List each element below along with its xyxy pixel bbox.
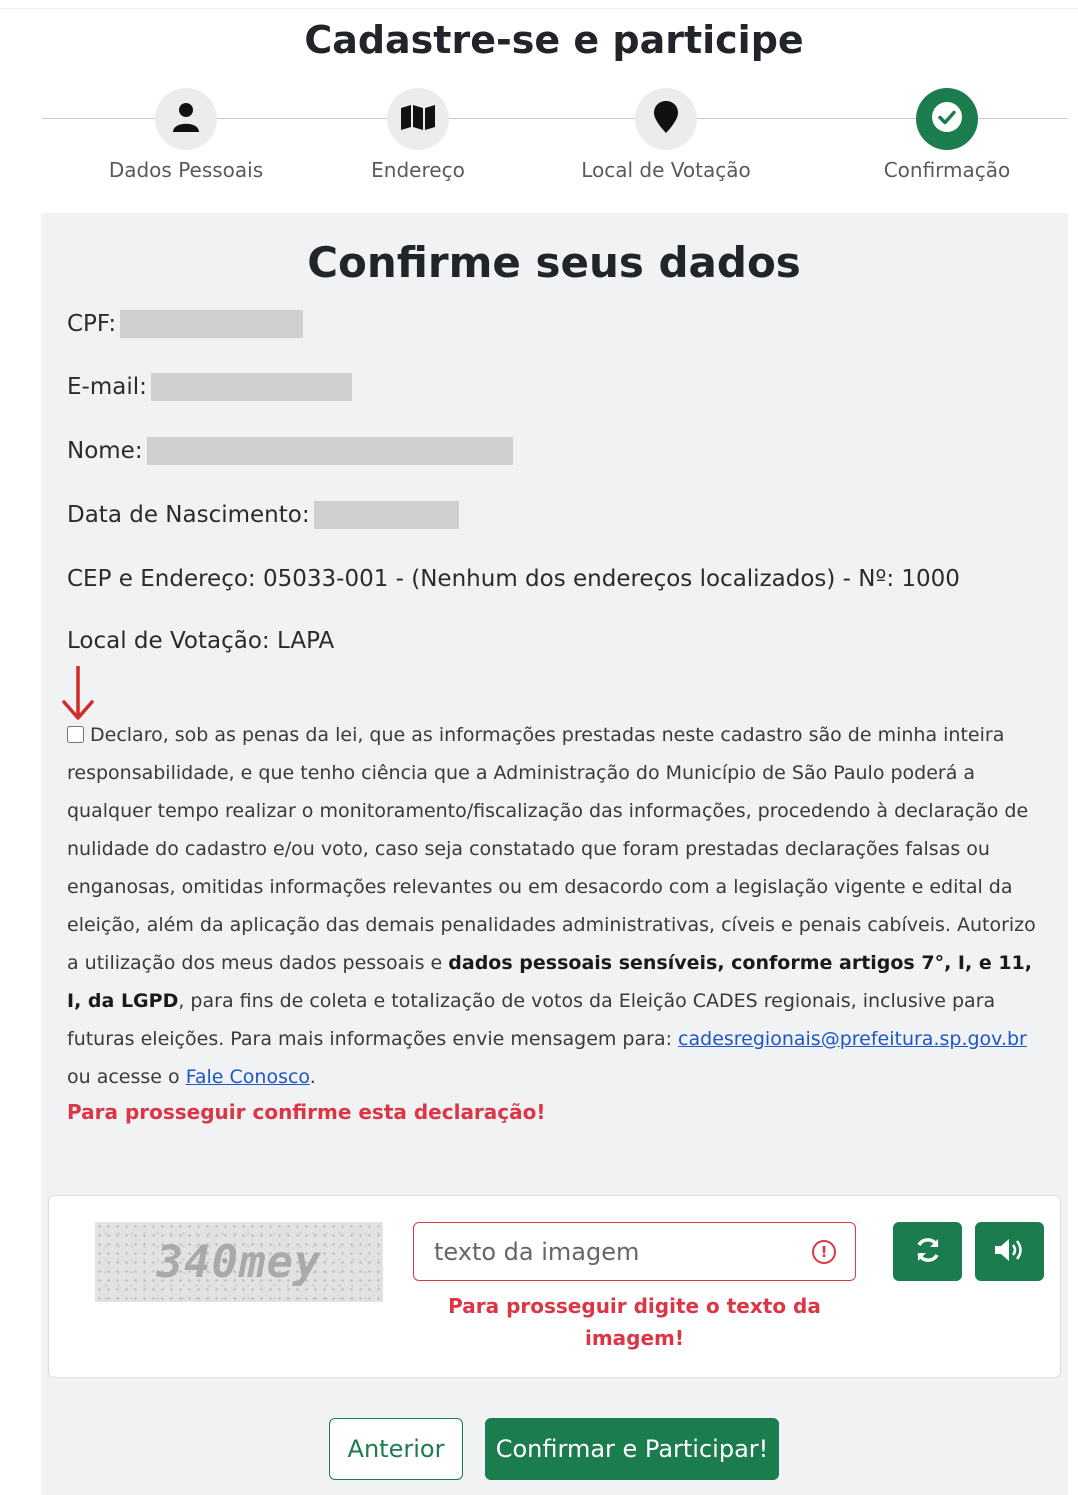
email-row: E-mail: bbox=[67, 373, 352, 401]
email-label: E-mail: bbox=[67, 374, 147, 400]
step-circle bbox=[916, 88, 978, 150]
captcha-input[interactable] bbox=[413, 1222, 856, 1281]
captcha-image-text: 340mey bbox=[156, 1236, 322, 1288]
check-circle-icon bbox=[931, 101, 963, 137]
step-endereco: Endereço bbox=[288, 88, 548, 182]
fale-conosco-link[interactable]: Fale Conosco bbox=[186, 1066, 310, 1088]
local-votacao-text: Local de Votação: LAPA bbox=[67, 628, 335, 654]
step-confirmacao: Confirmação bbox=[817, 88, 1077, 182]
declaration-part1: Declaro, sob as penas da lei, que as inf… bbox=[67, 724, 1036, 974]
cpf-row: CPF: bbox=[67, 310, 304, 338]
error-icon: ! bbox=[812, 1240, 836, 1264]
step-dados-pessoais: Dados Pessoais bbox=[56, 88, 316, 182]
nome-row: Nome: bbox=[67, 437, 513, 465]
step-circle bbox=[635, 88, 697, 150]
endereco-text: CEP e Endereço: 05033-001 - (Nenhum dos … bbox=[67, 566, 960, 592]
card-title: Confirme seus dados bbox=[307, 238, 801, 287]
previous-button[interactable]: Anterior bbox=[329, 1418, 463, 1480]
email-link[interactable]: cadesregionais@prefeitura.sp.gov.br bbox=[678, 1028, 1027, 1050]
nascimento-redacted-value bbox=[313, 501, 459, 529]
nascimento-row: Data de Nascimento: bbox=[67, 501, 459, 529]
cpf-redacted-value bbox=[120, 310, 304, 338]
nascimento-label: Data de Nascimento: bbox=[67, 502, 310, 528]
declaration-part3: ou acesse o bbox=[67, 1066, 180, 1088]
map-icon bbox=[400, 104, 436, 134]
cpf-label: CPF: bbox=[67, 311, 117, 337]
endereco-row: CEP e Endereço: 05033-001 - (Nenhum dos … bbox=[67, 566, 960, 592]
user-icon bbox=[172, 102, 200, 136]
step-label: Endereço bbox=[371, 158, 465, 182]
step-label: Dados Pessoais bbox=[108, 158, 264, 182]
nome-label: Nome: bbox=[67, 438, 143, 464]
declaration-warning: Para prosseguir confirme esta declaração… bbox=[67, 1100, 546, 1124]
volume-icon bbox=[993, 1236, 1027, 1267]
captcha-audio-button[interactable] bbox=[975, 1222, 1044, 1281]
top-divider bbox=[0, 8, 1078, 9]
step-label: Confirmação bbox=[883, 158, 1011, 182]
captcha-error: Para prosseguir digite o texto da imagem… bbox=[448, 1294, 821, 1350]
step-local-votacao: Local de Votação bbox=[536, 88, 796, 182]
refresh-icon bbox=[913, 1235, 943, 1268]
map-marker-icon bbox=[654, 101, 678, 137]
nome-redacted-value bbox=[146, 437, 513, 465]
email-redacted-value bbox=[150, 373, 352, 401]
declaration-end: . bbox=[309, 1066, 316, 1088]
step-label: Local de Votação bbox=[581, 158, 751, 182]
step-circle bbox=[155, 88, 217, 150]
confirm-participate-button[interactable]: Confirmar e Participar! bbox=[485, 1418, 779, 1480]
captcha-refresh-button[interactable] bbox=[893, 1222, 962, 1281]
captcha-image: 340mey bbox=[95, 1222, 383, 1302]
page-title: Cadastre-se e participe bbox=[304, 18, 804, 62]
declaration-text: Declaro, sob as penas da lei, que as inf… bbox=[67, 716, 1037, 1096]
declaration-checkbox[interactable] bbox=[67, 726, 84, 743]
local-votacao-row: Local de Votação: LAPA bbox=[67, 628, 334, 654]
step-circle bbox=[387, 88, 449, 150]
